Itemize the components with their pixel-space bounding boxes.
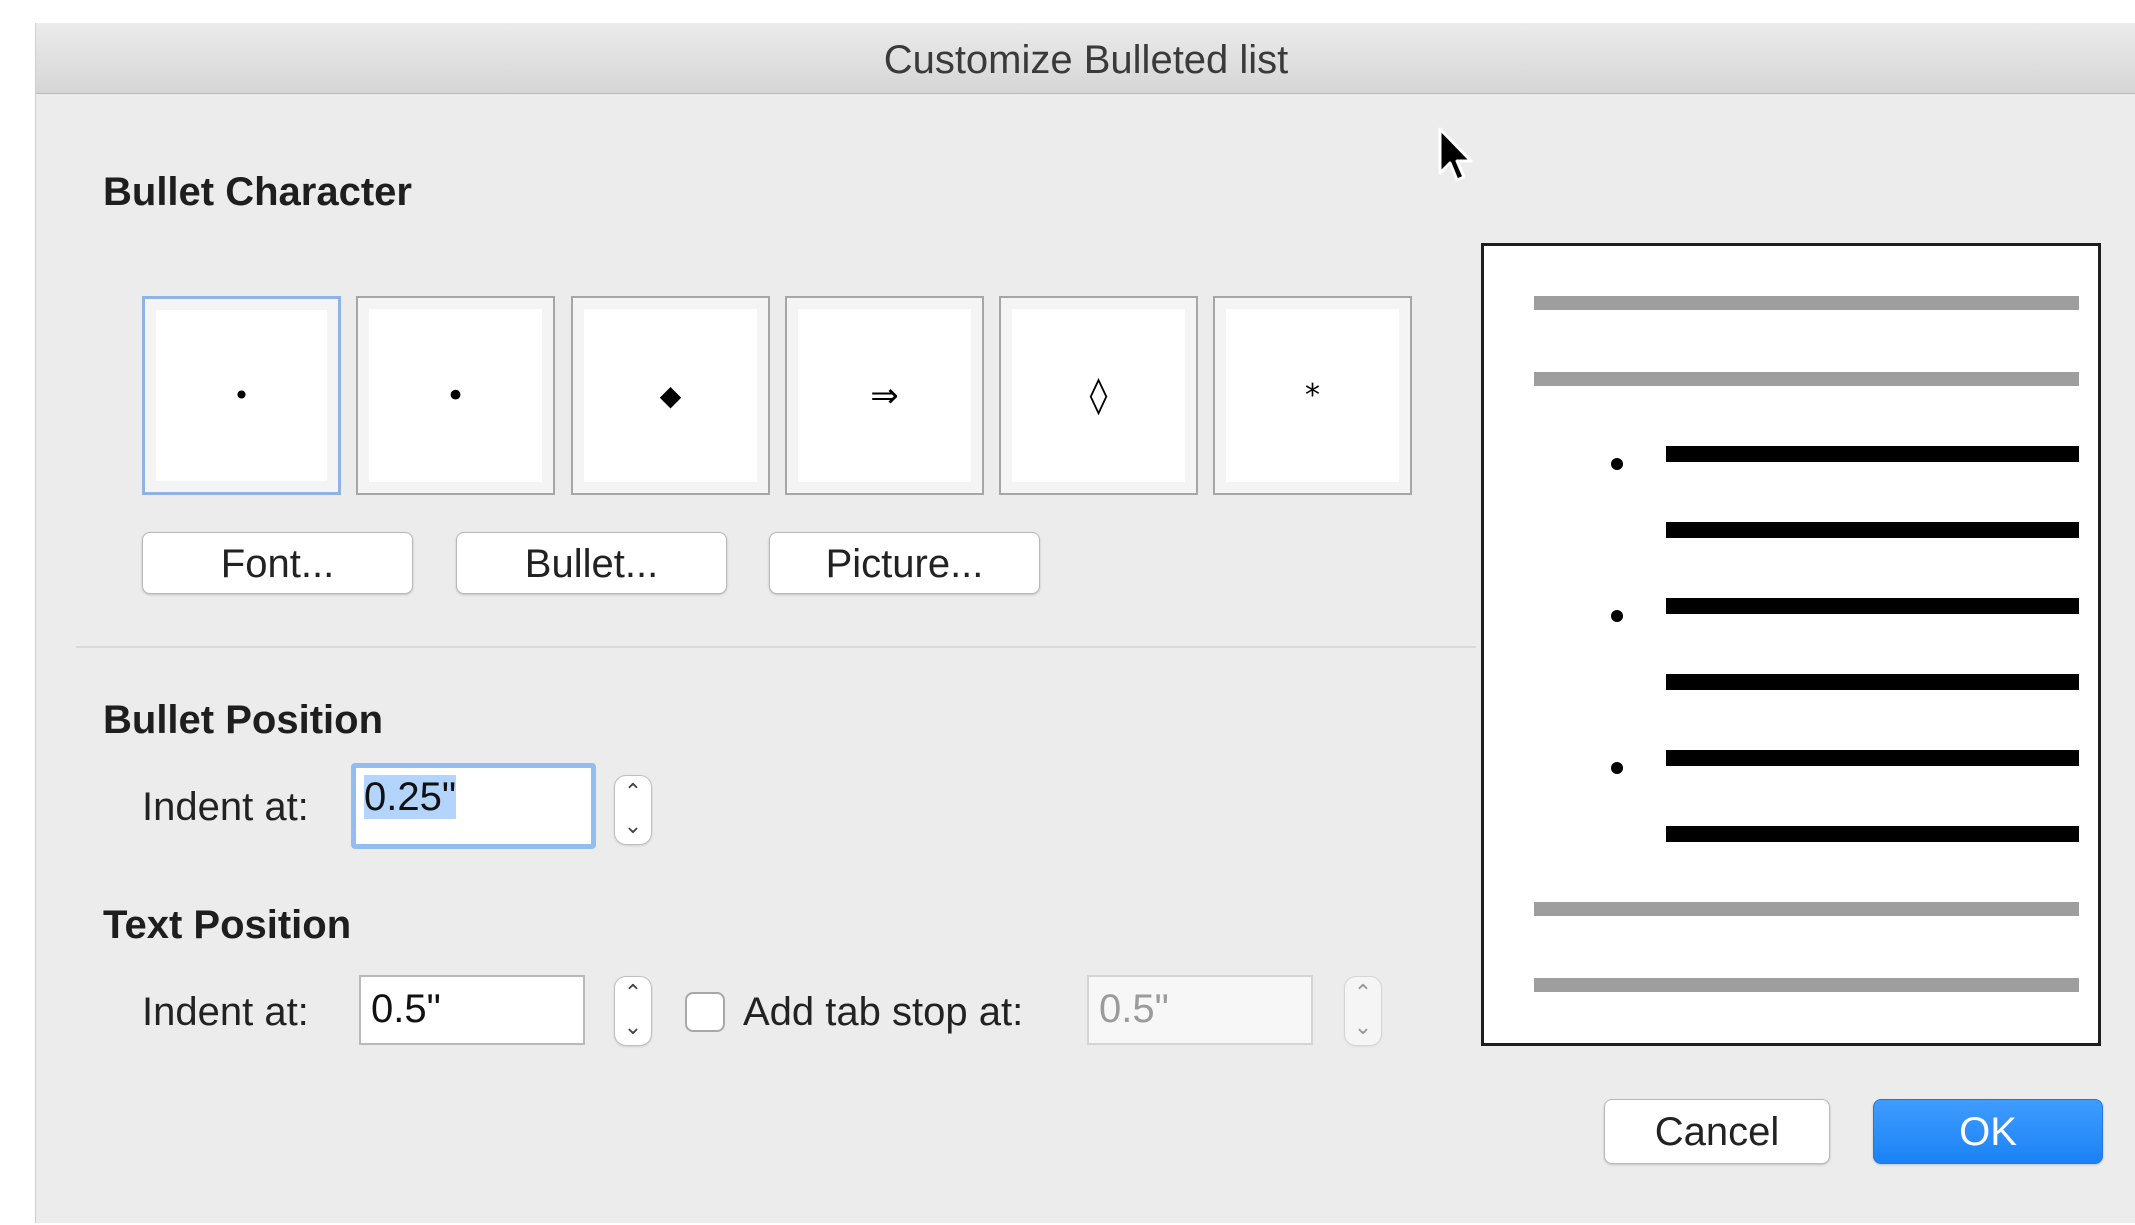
mouse-pointer-icon	[1438, 127, 1473, 182]
preview-bullet-icon	[1611, 762, 1623, 774]
preview-bulleted-line	[1666, 598, 2079, 614]
preview-bullet-icon	[1611, 458, 1623, 470]
preview-text-line	[1534, 902, 2079, 916]
stepper-up-icon[interactable]: ⌃	[615, 776, 651, 810]
add-tab-stop-checkbox[interactable]	[685, 992, 725, 1032]
picture-button[interactable]: Picture...	[769, 532, 1040, 594]
asterisk-bullet-icon: *	[1305, 377, 1320, 413]
bullet-indent-stepper[interactable]: ⌃ ⌄	[614, 775, 652, 845]
text-indent-value: 0.5"	[371, 987, 441, 1031]
text-indent-input[interactable]: 0.5"	[359, 975, 585, 1045]
section-divider	[76, 646, 1476, 648]
stepper-down-icon[interactable]: ⌄	[1345, 1011, 1381, 1045]
stepper-up-icon[interactable]: ⌃	[615, 977, 651, 1011]
add-tab-stop-label: Add tab stop at:	[743, 990, 1024, 1034]
lozenge-bullet-icon: ◊	[1089, 374, 1108, 416]
stepper-down-icon[interactable]: ⌄	[615, 1011, 651, 1045]
ok-button[interactable]: OK	[1873, 1099, 2103, 1164]
double-arrow-bullet-icon: ⇒	[870, 375, 899, 416]
bullet-button[interactable]: Bullet...	[456, 532, 727, 594]
preview-bulleted-line	[1666, 826, 2079, 842]
dialog-title: Customize Bulleted list	[883, 38, 1289, 82]
diamond-bullet-icon: ◆	[659, 378, 682, 412]
bullet-swatch-3[interactable]: ◆	[571, 296, 770, 495]
bullet-swatch-4[interactable]: ⇒	[785, 296, 984, 495]
font-button[interactable]: Font...	[142, 532, 413, 594]
bullet-character-heading: Bullet Character	[103, 170, 412, 214]
bullet-swatch-2[interactable]: •	[356, 296, 555, 495]
cancel-button[interactable]: Cancel	[1604, 1099, 1830, 1164]
preview-text-line	[1534, 372, 2079, 386]
bullet-indent-value: 0.25"	[364, 775, 457, 819]
bullet-position-heading: Bullet Position	[103, 698, 383, 742]
tab-stop-stepper[interactable]: ⌃ ⌄	[1344, 976, 1382, 1046]
preview-bulleted-line	[1666, 674, 2079, 690]
customize-bulleted-list-dialog: Customize Bulleted list Bullet Character…	[35, 23, 2135, 1223]
bullet-swatch-6[interactable]: *	[1213, 296, 1412, 495]
bullet-swatch-1[interactable]: •	[142, 296, 341, 495]
stepper-down-icon[interactable]: ⌄	[615, 810, 651, 844]
preview-text-line	[1534, 978, 2079, 992]
bullet-indent-label: Indent at:	[142, 785, 309, 829]
preview-bulleted-line	[1666, 750, 2079, 766]
small-dot-bullet-icon: •	[233, 378, 250, 412]
dot-bullet-icon: •	[445, 375, 466, 416]
tab-stop-value: 0.5"	[1099, 987, 1169, 1031]
preview-bulleted-line	[1666, 446, 2079, 462]
preview-bulleted-line	[1666, 522, 2079, 538]
tab-stop-input[interactable]: 0.5"	[1087, 975, 1313, 1045]
bullet-preview-pane	[1481, 243, 2101, 1046]
title-bar[interactable]: Customize Bulleted list	[36, 23, 2135, 94]
preview-bullet-icon	[1611, 610, 1623, 622]
bullet-swatch-5[interactable]: ◊	[999, 296, 1198, 495]
preview-text-line	[1534, 296, 2079, 310]
text-indent-stepper[interactable]: ⌃ ⌄	[614, 976, 652, 1046]
text-position-heading: Text Position	[103, 903, 352, 947]
stepper-up-icon[interactable]: ⌃	[1345, 977, 1381, 1011]
text-indent-label: Indent at:	[142, 990, 309, 1034]
bullet-indent-input[interactable]: 0.25"	[351, 763, 596, 849]
